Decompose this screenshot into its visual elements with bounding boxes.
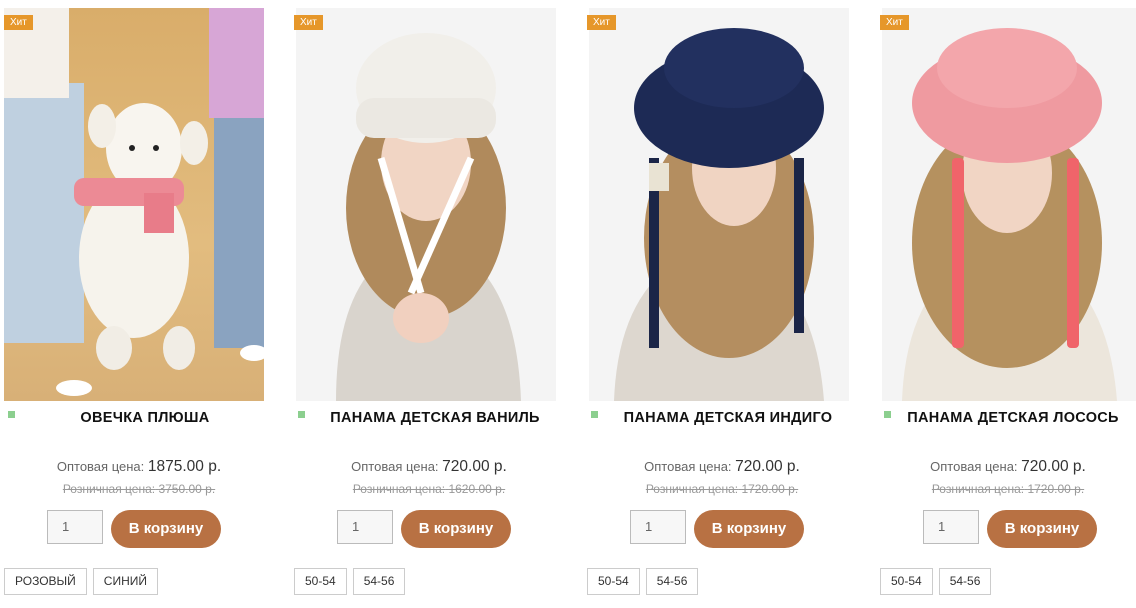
wholesale-label: Оптовая цена: (930, 459, 1018, 474)
retail-price: Розничная цена: 1720.00 р. (587, 482, 857, 496)
hit-badge: Хит (880, 15, 909, 30)
product-title[interactable]: ПАНАМА ДЕТСКАЯ ЛОСОСЬ (890, 410, 1136, 426)
product-image[interactable] (589, 8, 849, 401)
retail-price: Розничная цена: 1720.00 р. (880, 482, 1136, 496)
variant-options: 50-54 54-56 (880, 568, 992, 595)
retail-label: Розничная цена: (352, 482, 446, 496)
retail-label: Розничная цена: (645, 482, 739, 496)
wholesale-label: Оптовая цена: (351, 459, 439, 474)
wholesale-price: Оптовая цена: 720.00 р. (294, 458, 564, 476)
wholesale-price: Оптовая цена: 1875.00 р. (4, 458, 274, 476)
retail-value: 1720.00 р. (1027, 482, 1085, 496)
option-button[interactable]: 54-56 (938, 568, 992, 595)
quantity-input[interactable]: 1 (47, 510, 103, 544)
add-to-cart-button[interactable]: В корзину (987, 510, 1097, 548)
wholesale-value: 720.00 р. (1021, 458, 1086, 475)
retail-price: Розничная цена: 3750.00 р. (4, 482, 274, 496)
add-to-cart-button[interactable]: В корзину (401, 510, 511, 548)
wholesale-value: 720.00 р. (442, 458, 507, 475)
product-image[interactable] (4, 8, 264, 401)
quantity-input[interactable]: 1 (337, 510, 393, 544)
option-button[interactable]: 50-54 (880, 568, 933, 595)
option-button[interactable]: РОЗОВЫЙ (4, 568, 87, 595)
option-button[interactable]: СИНИЙ (92, 568, 158, 595)
hit-badge: Хит (4, 15, 33, 30)
variant-options: РОЗОВЫЙ СИНИЙ (4, 568, 158, 595)
product-title[interactable]: ОВЕЧКА ПЛЮША (14, 410, 276, 426)
option-button[interactable]: 54-56 (352, 568, 406, 595)
product-card: Хит ОВЕЧКА ПЛЮША Оптовая цена: 1875.00 р… (4, 0, 274, 608)
wholesale-label: Оптовая цена: (56, 459, 145, 474)
quantity-input[interactable]: 1 (923, 510, 979, 544)
product-card: Хит ПАНАМА ДЕТСКАЯ ВАНИЛЬ Оптовая цена: … (294, 0, 564, 608)
retail-label: Розничная цена: (931, 482, 1025, 496)
retail-value: 1720.00 р. (741, 482, 799, 496)
retail-label: Розничная цена: (62, 482, 156, 496)
option-button[interactable]: 50-54 (294, 568, 347, 595)
product-title[interactable]: ПАНАМА ДЕТСКАЯ ВАНИЛЬ (304, 410, 566, 426)
wholesale-price: Оптовая цена: 720.00 р. (880, 458, 1136, 476)
variant-options: 50-54 54-56 (294, 568, 406, 595)
hit-badge: Хит (587, 15, 616, 30)
wholesale-price: Оптовая цена: 720.00 р. (587, 458, 857, 476)
retail-price: Розничная цена: 1620.00 р. (294, 482, 564, 496)
wholesale-value: 1875.00 р. (147, 458, 222, 475)
hit-badge: Хит (294, 15, 323, 30)
variant-options: 50-54 54-56 (587, 568, 699, 595)
option-button[interactable]: 50-54 (587, 568, 640, 595)
product-title[interactable]: ПАНАМА ДЕТСКАЯ ИНДИГО (597, 410, 859, 426)
product-card: Хит ПАНАМА ДЕТСКАЯ ИНДИГО Оптовая цена: … (587, 0, 857, 608)
wholesale-value: 720.00 р. (735, 458, 800, 475)
product-image[interactable] (296, 8, 556, 401)
add-to-cart-button[interactable]: В корзину (694, 510, 804, 548)
add-to-cart-button[interactable]: В корзину (111, 510, 221, 548)
retail-value: 1620.00 р. (448, 482, 506, 496)
product-image[interactable] (882, 8, 1136, 401)
wholesale-label: Оптовая цена: (644, 459, 732, 474)
option-button[interactable]: 54-56 (645, 568, 699, 595)
quantity-input[interactable]: 1 (630, 510, 686, 544)
product-card: Хит ПАНАМА ДЕТСКАЯ ЛОСОСЬ Оптовая цена: … (880, 0, 1136, 608)
retail-value: 3750.00 р. (158, 482, 216, 496)
